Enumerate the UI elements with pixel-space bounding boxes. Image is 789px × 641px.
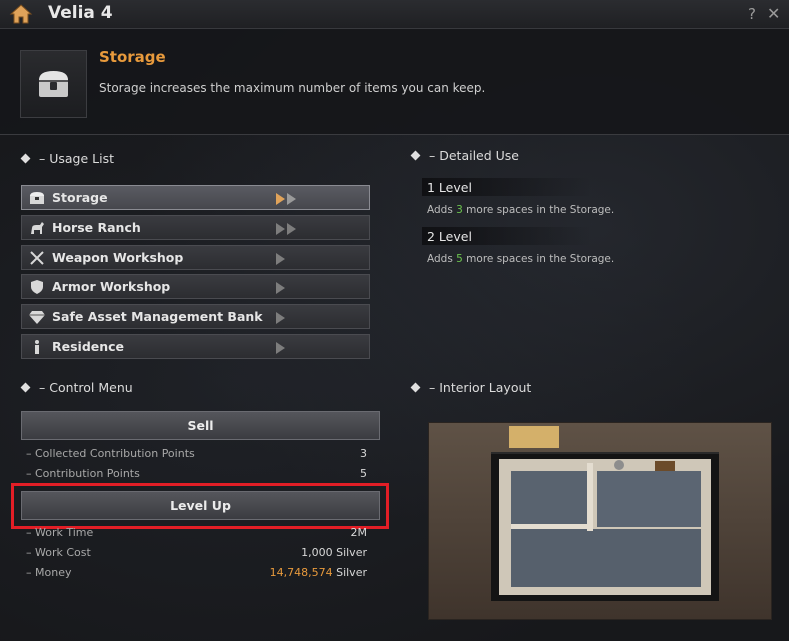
- building-name: Storage: [99, 48, 166, 66]
- building-icon-frame: [20, 50, 87, 118]
- usage-item-bank[interactable]: Safe Asset Management Bank: [21, 304, 370, 329]
- usage-item-armor-workshop[interactable]: Armor Workshop: [21, 274, 370, 299]
- control-menu-heading: – Control Menu: [20, 380, 133, 395]
- building-info-panel: Storage Storage increases the maximum nu…: [0, 29, 789, 135]
- stat-collected-contribution: – Collected Contribution Points 3: [26, 447, 367, 460]
- chest-icon: [39, 71, 68, 97]
- storage-icon: [30, 192, 44, 204]
- usage-item-label: Storage: [52, 190, 108, 205]
- arrow-icon: [276, 253, 285, 265]
- usage-item-weapon-workshop[interactable]: Weapon Workshop: [21, 245, 370, 270]
- building-description: Storage increases the maximum number of …: [99, 81, 486, 95]
- interior-layout-view: [428, 422, 772, 620]
- usage-item-label: Armor Workshop: [52, 279, 171, 294]
- usage-item-label: Horse Ranch: [52, 220, 141, 235]
- stat-contribution-points: – Contribution Points 5: [26, 467, 367, 480]
- arrow-icon: [276, 342, 285, 354]
- close-button[interactable]: ✕: [767, 4, 780, 23]
- arrow-icon: [276, 312, 285, 324]
- usage-list-heading: – Usage List: [20, 151, 114, 166]
- diamond-bullet-icon: [410, 382, 421, 393]
- stat-money: – Money 14,748,574 Silver: [26, 566, 367, 579]
- window-title: Velia 4: [48, 3, 113, 23]
- usage-item-storage[interactable]: Storage: [21, 185, 370, 210]
- detail-level-1: 1 Level: [427, 180, 472, 195]
- sell-button[interactable]: Sell: [21, 411, 380, 440]
- stat-work-cost: – Work Cost 1,000 Silver: [26, 546, 367, 559]
- usage-item-horse-ranch[interactable]: Horse Ranch: [21, 215, 370, 240]
- floor-plan-image: [491, 426, 719, 601]
- detail-desc-1: Adds 3 more spaces in the Storage.: [427, 204, 615, 216]
- double-arrow-icon: [276, 223, 296, 235]
- detail-level-2: 2 Level: [427, 229, 472, 244]
- detail-desc-2: Adds 5 more spaces in the Storage.: [427, 253, 615, 265]
- horse-icon: [31, 222, 44, 234]
- crossed-swords-icon: [30, 251, 44, 265]
- diamond-bullet-icon: [20, 153, 31, 164]
- diamond-bullet-icon: [410, 150, 421, 161]
- arrow-icon: [276, 282, 285, 294]
- usage-item-label: Weapon Workshop: [52, 250, 184, 265]
- diamond-bullet-icon: [20, 382, 31, 393]
- shield-icon: [31, 280, 43, 294]
- usage-item-label: Residence: [52, 339, 125, 354]
- interior-layout-heading: – Interior Layout: [410, 380, 531, 395]
- double-arrow-icon: [276, 193, 296, 205]
- stat-work-time: – Work Time 2M: [26, 526, 367, 539]
- help-button[interactable]: ?: [748, 5, 756, 23]
- usage-item-label: Safe Asset Management Bank: [52, 309, 263, 324]
- diamond-icon: [29, 311, 45, 324]
- title-bar: Velia 4 ? ✕: [0, 0, 789, 29]
- highlight-annotation: [11, 483, 389, 529]
- person-icon: [35, 340, 39, 354]
- home-icon[interactable]: [9, 3, 33, 25]
- detailed-use-heading: – Detailed Use: [410, 148, 519, 163]
- usage-item-residence[interactable]: Residence: [21, 334, 370, 359]
